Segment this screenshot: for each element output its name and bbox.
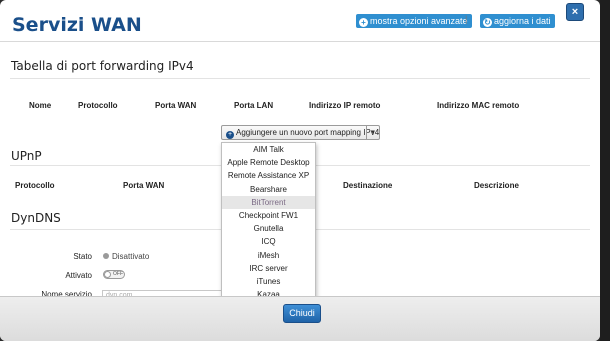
port-forwarding-title: Tabella di port forwarding IPv4 [11, 59, 194, 73]
pf-col-nome: Nome [29, 101, 52, 110]
divider [10, 78, 590, 79]
upnp-col-destinazione: Destinazione [343, 181, 393, 190]
dropdown-item[interactable]: AIM Talk [222, 143, 315, 156]
pf-col-porta-lan: Porta LAN [234, 101, 274, 110]
dropdown-item-highlighted[interactable]: BitTorrent [222, 195, 315, 209]
add-port-mapping-button[interactable]: + Aggiungere un nuovo port mapping IPv4 ▾ [221, 125, 380, 140]
dropdown-item[interactable]: IRC server [222, 262, 315, 275]
pf-col-mac-remoto: Indirizzo MAC remoto [437, 101, 520, 110]
upnp-title: UPnP [11, 149, 42, 163]
dropdown-item[interactable]: iTunes [222, 275, 315, 288]
dropdown-item[interactable]: Gnutella [222, 222, 315, 235]
dyndns-title: DynDNS [11, 211, 61, 225]
dialog-header: Servizi WAN + mostra opzioni avanzate | ↻… [0, 0, 600, 42]
upnp-col-porta-wan: Porta WAN [123, 181, 165, 190]
dropdown-item[interactable]: Checkpoint FW1 [222, 209, 315, 222]
dropdown-item[interactable]: Bearshare [222, 183, 315, 196]
stato-label: Stato [73, 252, 92, 261]
dropdown-item[interactable]: ICQ [222, 235, 315, 248]
dropdown-item[interactable]: Remote Assistance XP [222, 169, 315, 182]
chevron-down-icon[interactable]: ▾ [366, 126, 379, 139]
add-port-mapping-label: Aggiungere un nuovo port mapping IPv4 [236, 128, 380, 137]
refresh-data-label: aggiorna i dati [494, 16, 551, 26]
upnp-col-protocollo: Protocollo [15, 181, 55, 190]
plus-icon: + [359, 18, 368, 27]
toggle-text: OFF [113, 271, 123, 277]
attivato-label: Attivato [65, 271, 92, 280]
wan-services-dialog: Servizi WAN + mostra opzioni avanzate | ↻… [0, 0, 600, 341]
toggle-knob [104, 271, 111, 278]
upnp-col-descrizione: Descrizione [474, 181, 519, 190]
header-separator: | [465, 14, 468, 24]
show-advanced-options-label: mostra opzioni avanzate [370, 16, 468, 26]
port-mapping-dropdown: AIM Talk Apple Remote Desktop Remote Ass… [221, 142, 316, 299]
close-icon[interactable]: × [566, 3, 584, 21]
pf-col-ip-remoto: Indirizzo IP remoto [309, 101, 381, 110]
plus-circle-icon: + [226, 131, 234, 139]
pf-col-porta-wan: Porta WAN [155, 101, 197, 110]
attivato-toggle[interactable]: OFF [103, 270, 125, 279]
dropdown-item[interactable]: iMesh [222, 249, 315, 262]
dropdown-item[interactable]: Apple Remote Desktop [222, 156, 315, 169]
close-dialog-button[interactable]: Chiudi [283, 304, 321, 323]
add-port-mapping-main[interactable]: + Aggiungere un nuovo port mapping IPv4 [226, 126, 379, 139]
background-edge [600, 0, 610, 341]
pf-col-protocollo: Protocollo [78, 101, 118, 110]
refresh-data-button[interactable]: ↻ aggiorna i dati [480, 14, 555, 28]
dialog-title: Servizi WAN [12, 14, 142, 36]
status-dot [103, 253, 109, 259]
refresh-icon: ↻ [483, 18, 492, 27]
show-advanced-options-button[interactable]: + mostra opzioni avanzate [356, 14, 472, 28]
stato-value: Disattivato [112, 252, 150, 261]
